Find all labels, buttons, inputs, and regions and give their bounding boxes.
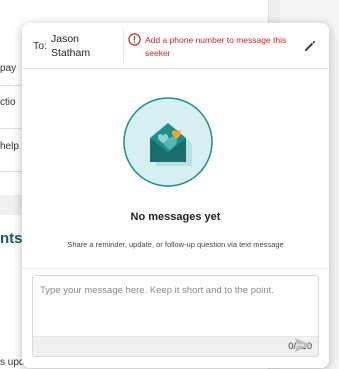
popup-header: To: Jason Statham Add a phone number to … <box>22 23 329 69</box>
message-popup: To: Jason Statham Add a phone number to … <box>22 23 329 368</box>
background-divider <box>0 171 22 172</box>
empty-state-subtitle: Share a reminder, update, or follow-up q… <box>67 240 284 249</box>
empty-state-title: No messages yet <box>130 211 221 223</box>
phone-warning[interactable]: Add a phone number to message this seeke… <box>145 34 305 60</box>
to-label: To: <box>33 40 48 52</box>
header-divider <box>123 29 124 63</box>
background-text: ctio <box>0 97 16 108</box>
pencil-icon[interactable] <box>303 39 317 53</box>
alert-circle-icon <box>128 33 141 46</box>
background-text: help <box>0 141 19 152</box>
background-divider <box>0 85 22 86</box>
background-band <box>0 195 22 215</box>
background-heading: nts <box>0 230 23 247</box>
composer-divider <box>22 268 329 269</box>
recipient-name[interactable]: Jason Statham <box>51 32 113 60</box>
message-composer: 0/320 <box>32 275 319 357</box>
envelope-hearts-icon <box>122 96 214 188</box>
background-text: pay <box>0 63 17 74</box>
character-counter-bar: 0/320 <box>33 336 318 356</box>
background-divider <box>0 128 22 129</box>
message-input[interactable] <box>33 276 318 336</box>
send-icon[interactable] <box>294 337 312 353</box>
